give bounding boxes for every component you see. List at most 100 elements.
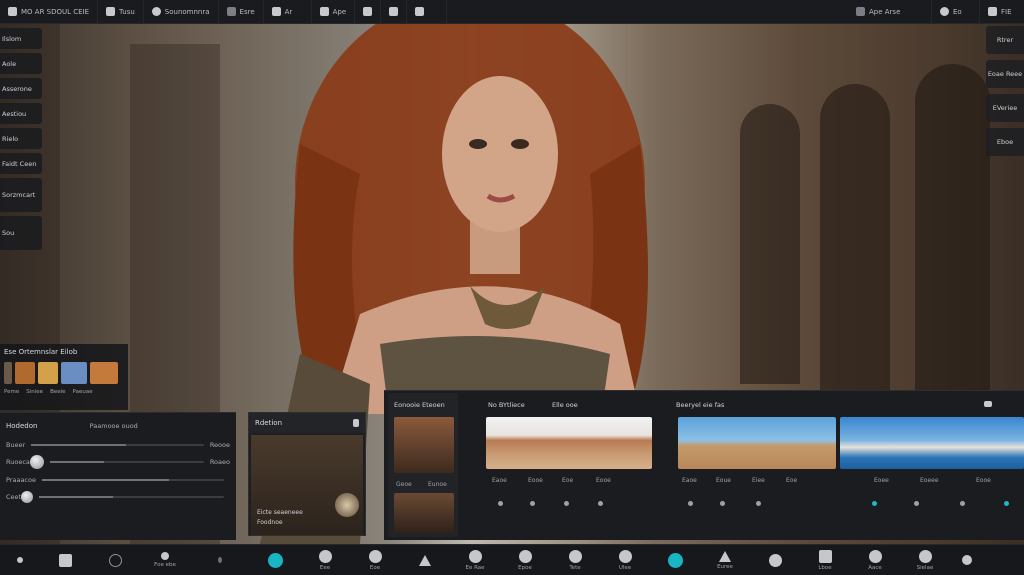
topbar-item-esre[interactable]: Esre xyxy=(219,0,264,24)
right-item-everiee[interactable]: EVeriee xyxy=(986,94,1024,122)
tool-label: Ee Rae xyxy=(465,564,485,571)
magic-teal-icon xyxy=(667,552,683,568)
topbar-item-image[interactable] xyxy=(355,0,382,24)
left-item-faidt[interactable]: Faidt Ceen xyxy=(0,153,42,174)
thumb-1[interactable] xyxy=(15,362,35,384)
topbar-item-ar[interactable]: Ar xyxy=(264,0,312,24)
feather-icon xyxy=(58,553,72,567)
right-item-eoae[interactable]: Eoae Reee xyxy=(986,60,1024,88)
option-dot-active[interactable] xyxy=(1004,501,1009,506)
left-item-aestiou[interactable]: Aestiou xyxy=(0,103,42,124)
gallery-image-desert[interactable] xyxy=(486,417,652,469)
lens-icon xyxy=(318,549,332,563)
arc-button[interactable] xyxy=(750,545,800,575)
tag-button[interactable]: Ee Rae xyxy=(450,545,500,575)
badge-icon xyxy=(856,7,865,16)
option-dot[interactable] xyxy=(598,501,603,506)
hand-button[interactable]: Ulee xyxy=(600,545,650,575)
option-dot[interactable] xyxy=(914,501,919,506)
more-icon[interactable] xyxy=(984,401,992,407)
left-item-aole[interactable]: Aole xyxy=(0,53,42,74)
lens-button[interactable]: Eee xyxy=(300,545,350,575)
left-item-ilslom[interactable]: Ilslom xyxy=(0,28,42,49)
thumb-4[interactable] xyxy=(90,362,118,384)
topbar-item-sounomnnra[interactable]: Sounomnnra xyxy=(144,0,219,24)
adjust-knob[interactable] xyxy=(29,455,44,469)
panel-title: Hodedon xyxy=(6,421,38,430)
tool-label: Lboe xyxy=(818,564,832,571)
card-caption: Foodnoe xyxy=(257,519,283,526)
adjust-slider[interactable] xyxy=(41,478,224,481)
magic-icon xyxy=(267,552,283,568)
topbar-item-ape-arse[interactable]: Ape Arse xyxy=(848,0,932,24)
shield-icon xyxy=(868,549,882,563)
option-dot[interactable] xyxy=(564,501,569,506)
thumb-label: Siniee xyxy=(26,389,44,395)
thumb-label: Beeie xyxy=(50,389,66,395)
left-item-rielo[interactable]: Rielo xyxy=(0,128,42,149)
topbar-label: Ape Arse xyxy=(869,7,901,16)
pen-icon xyxy=(271,7,281,16)
grid-button[interactable]: Lboe xyxy=(800,545,850,575)
chevron-button[interactable] xyxy=(190,545,250,575)
adjust-label: Bueer xyxy=(6,440,26,449)
target-button[interactable]: Tete xyxy=(550,545,600,575)
option-dot[interactable] xyxy=(530,501,535,506)
topbar-item-plane[interactable] xyxy=(407,0,448,24)
topbar-item-fie[interactable]: FIE xyxy=(980,0,1024,24)
slider-fill xyxy=(41,478,170,481)
left-item-asserone[interactable]: Asserone xyxy=(0,78,42,99)
eye-button[interactable]: Epoe xyxy=(500,545,550,575)
thumb-edge[interactable] xyxy=(4,362,12,384)
pin-icon[interactable] xyxy=(353,419,359,427)
aperture-button[interactable]: Eoe xyxy=(350,545,400,575)
gallery-image-canyon[interactable] xyxy=(678,417,836,469)
adjust-knob[interactable] xyxy=(21,491,34,503)
left-item-sou[interactable]: Sou xyxy=(0,216,42,250)
option-dot[interactable] xyxy=(498,501,503,506)
more-button[interactable] xyxy=(950,545,984,575)
option-dot-active[interactable] xyxy=(872,501,877,506)
right-item-rtrer[interactable]: Rtrer xyxy=(986,26,1024,54)
thumb-2[interactable] xyxy=(38,362,58,384)
topbar-item-eo[interactable]: Eo xyxy=(932,0,980,24)
mountain-button[interactable]: Euree xyxy=(700,545,750,575)
plus-button[interactable] xyxy=(0,545,40,575)
adjust-label: Ceet xyxy=(6,493,22,501)
thumb-title: Eonooie Eteoen xyxy=(394,401,445,409)
thumb-label: Geoe xyxy=(396,481,412,488)
option-dot[interactable] xyxy=(720,501,725,506)
topbar-label: Ape xyxy=(332,7,347,16)
magic-teal-button[interactable] xyxy=(650,545,700,575)
right-item-eboe[interactable]: Eboe xyxy=(986,128,1024,156)
brush-icon xyxy=(389,7,399,16)
option-dot[interactable] xyxy=(688,501,693,506)
card-label: Eaoe xyxy=(492,477,507,484)
left-item-sorzmcart[interactable]: Sorzmcart xyxy=(0,178,42,212)
globe-button[interactable]: Sielae xyxy=(900,545,950,575)
triangle-button[interactable] xyxy=(400,545,450,575)
flag-button[interactable]: Foe ebe xyxy=(140,545,190,575)
adjust-slider[interactable] xyxy=(31,443,204,446)
option-dot[interactable] xyxy=(756,501,761,506)
topbar-item-tusu[interactable]: Tusu xyxy=(98,0,144,24)
topbar-item-app[interactable]: MO AR SDOUL CEIE xyxy=(0,0,99,24)
gallery-thumb-card[interactable]: Eonooie Eteoen Geoe Eunoe xyxy=(388,393,458,537)
magic-button[interactable] xyxy=(250,545,300,575)
topbar-item-brush[interactable] xyxy=(381,0,408,24)
topbar-item-ape[interactable]: Ape xyxy=(312,0,356,24)
card-label: Eaoe xyxy=(682,477,697,484)
card-label: Eooe xyxy=(596,477,611,484)
tool-label: Aace xyxy=(868,564,882,571)
gallery-image-coast[interactable] xyxy=(840,417,1024,469)
adjust-slider[interactable] xyxy=(39,496,224,498)
feather-button[interactable] xyxy=(40,545,90,575)
option-dot[interactable] xyxy=(960,501,965,506)
shield-button[interactable]: Aace xyxy=(850,545,900,575)
tool-label: Epoe xyxy=(518,564,532,571)
detection-card[interactable]: Rdetion Eicte seaeneee Foodnoe xyxy=(248,412,366,536)
globe-icon xyxy=(918,549,932,563)
adjust-slider[interactable] xyxy=(49,461,204,463)
circle-button[interactable] xyxy=(90,545,140,575)
thumb-3[interactable] xyxy=(61,362,87,384)
